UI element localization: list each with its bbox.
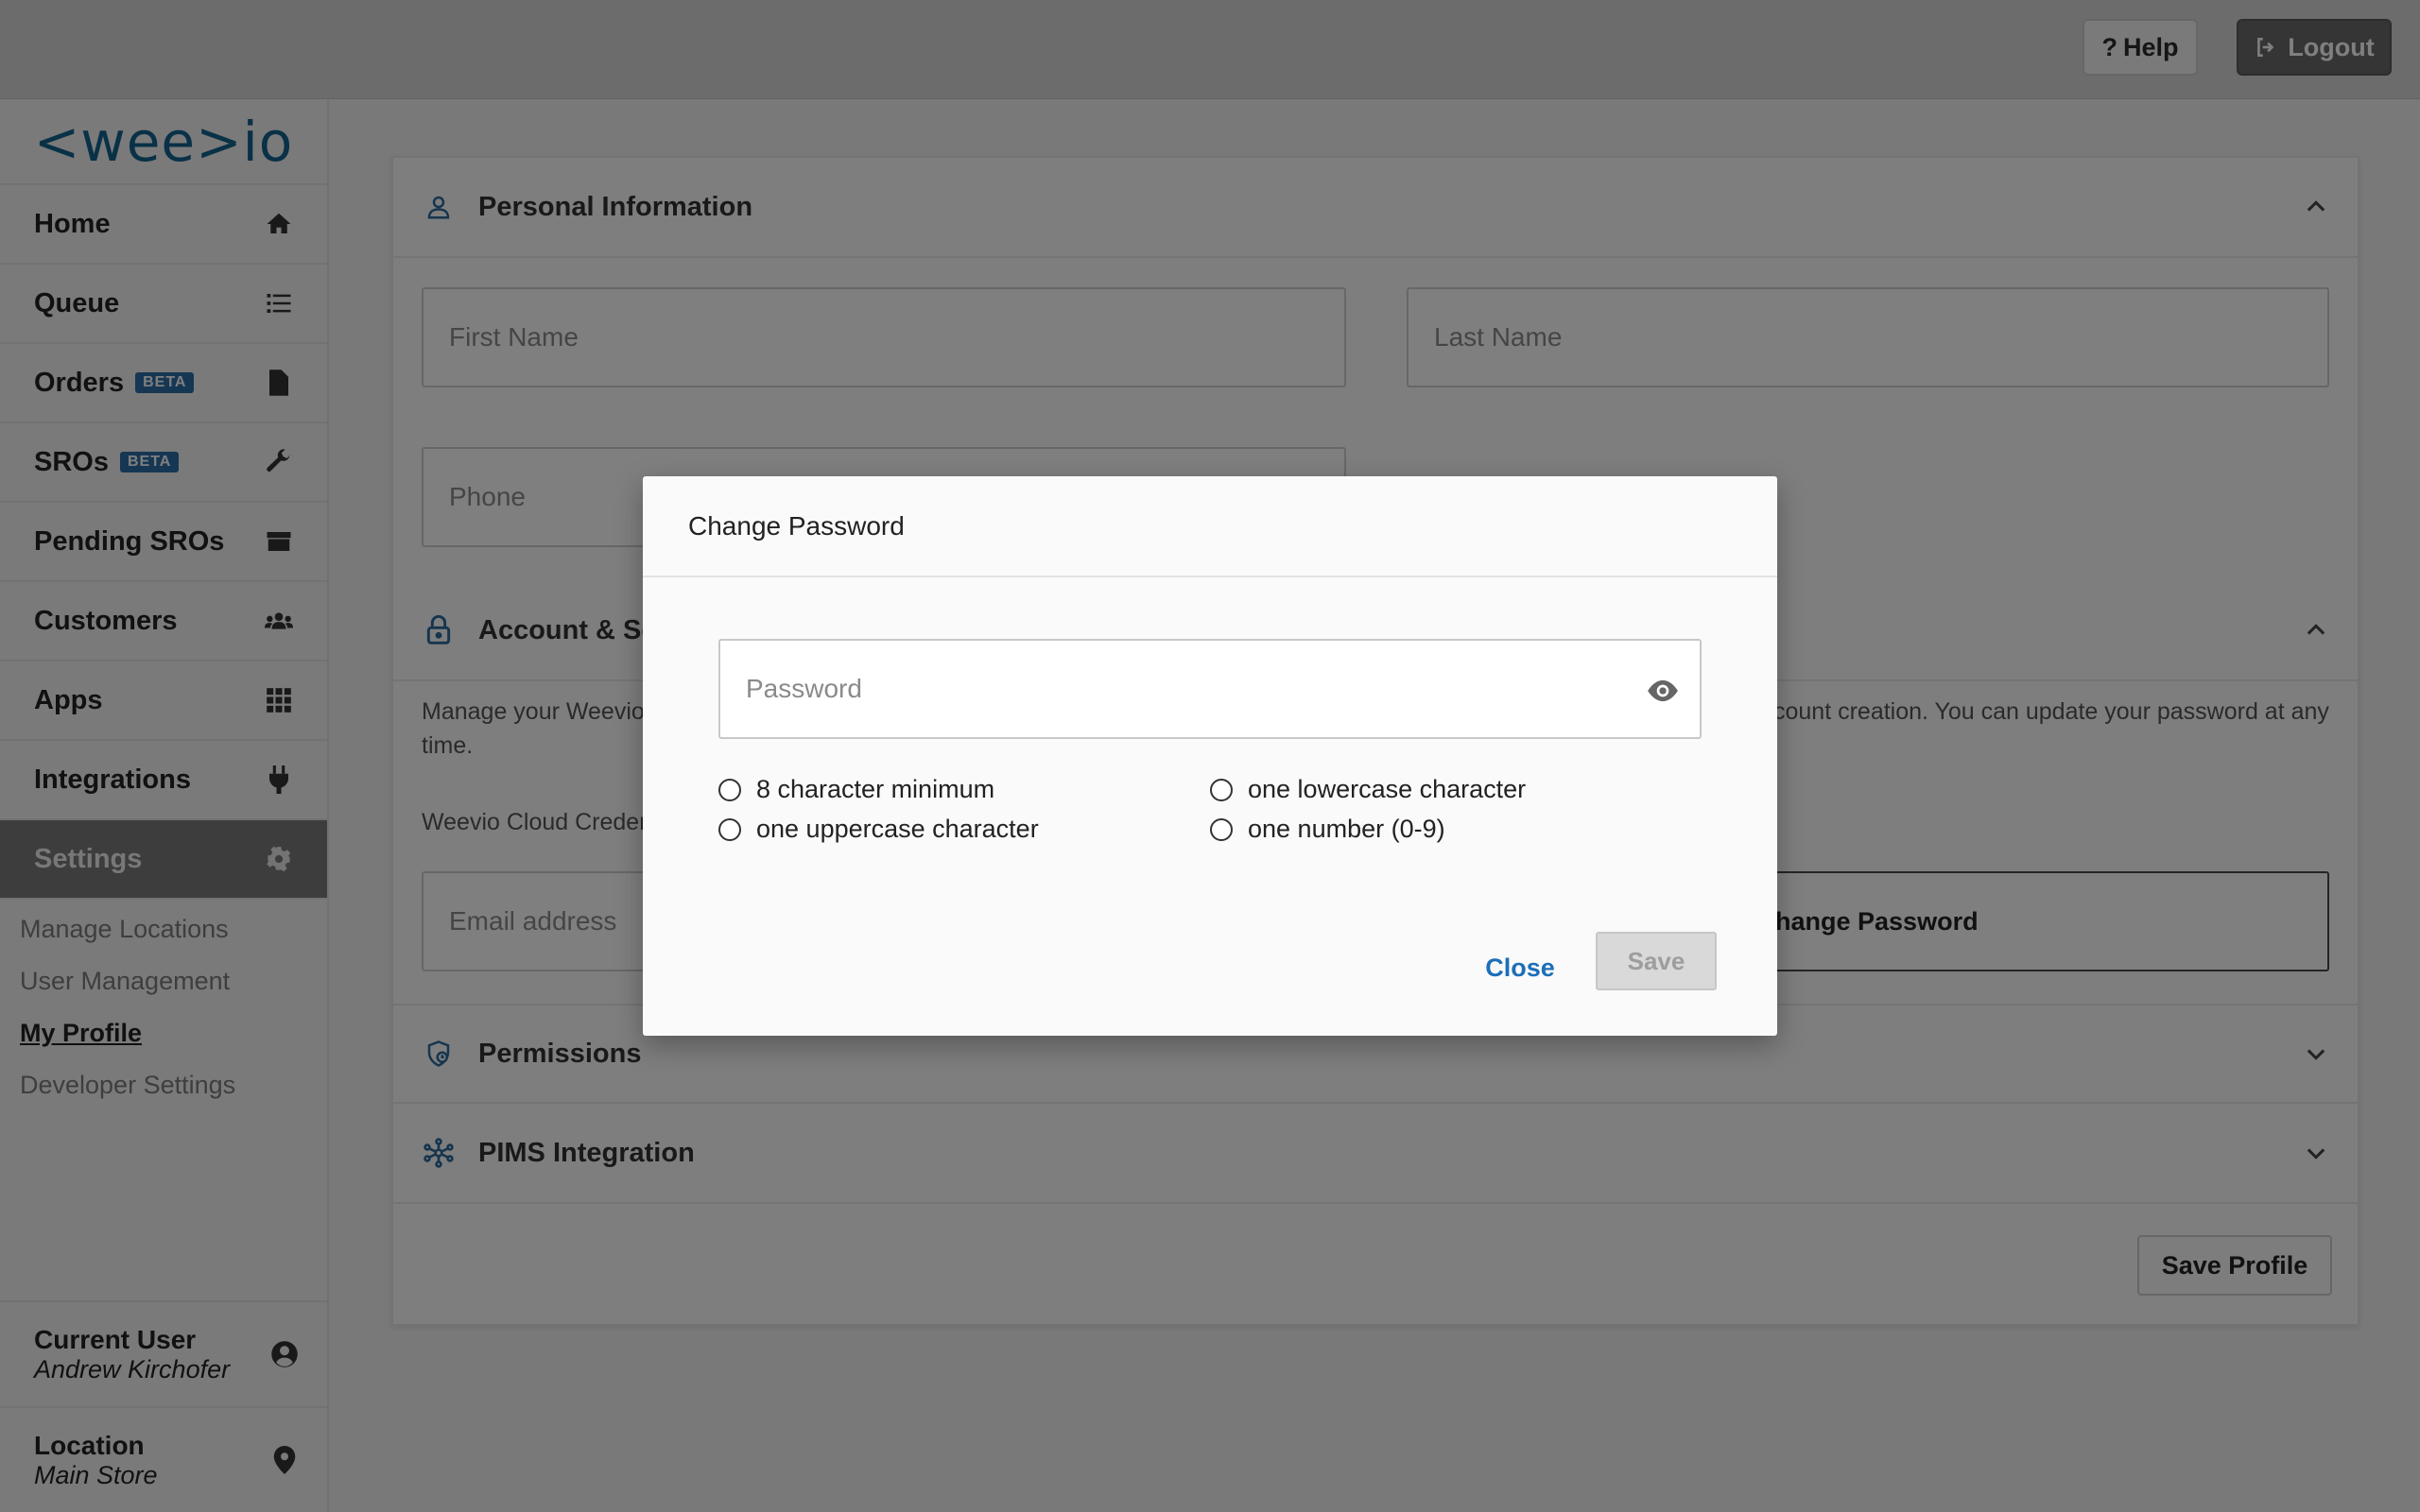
close-button[interactable]: Close xyxy=(1475,939,1565,996)
save-button[interactable]: Save xyxy=(1596,932,1717,990)
requirement-label: 8 character minimum xyxy=(756,775,995,803)
modal-title: Change Password xyxy=(688,510,905,541)
eye-icon[interactable] xyxy=(1645,673,1681,709)
requirement-unchecked-icon xyxy=(1210,778,1233,801)
requirement-label: one lowercase character xyxy=(1248,775,1527,803)
requirement-unchecked-icon xyxy=(1210,817,1233,841)
modal-header: Change Password xyxy=(643,476,1777,577)
requirement-label: one uppercase character xyxy=(756,815,1039,843)
requirement-unchecked-icon xyxy=(718,778,741,801)
requirement-label: one number (0-9) xyxy=(1248,815,1445,843)
change-password-modal: Change Password Password 8 character min… xyxy=(643,476,1777,1036)
requirement-number: one number (0-9) xyxy=(1210,815,1445,844)
requirement-uppercase: one uppercase character xyxy=(718,815,1039,844)
password-input[interactable]: Password xyxy=(718,639,1702,739)
password-placeholder: Password xyxy=(746,674,862,703)
requirement-unchecked-icon xyxy=(718,817,741,841)
requirement-lowercase: one lowercase character xyxy=(1210,775,1526,804)
requirement-min-length: 8 character minimum xyxy=(718,775,994,804)
